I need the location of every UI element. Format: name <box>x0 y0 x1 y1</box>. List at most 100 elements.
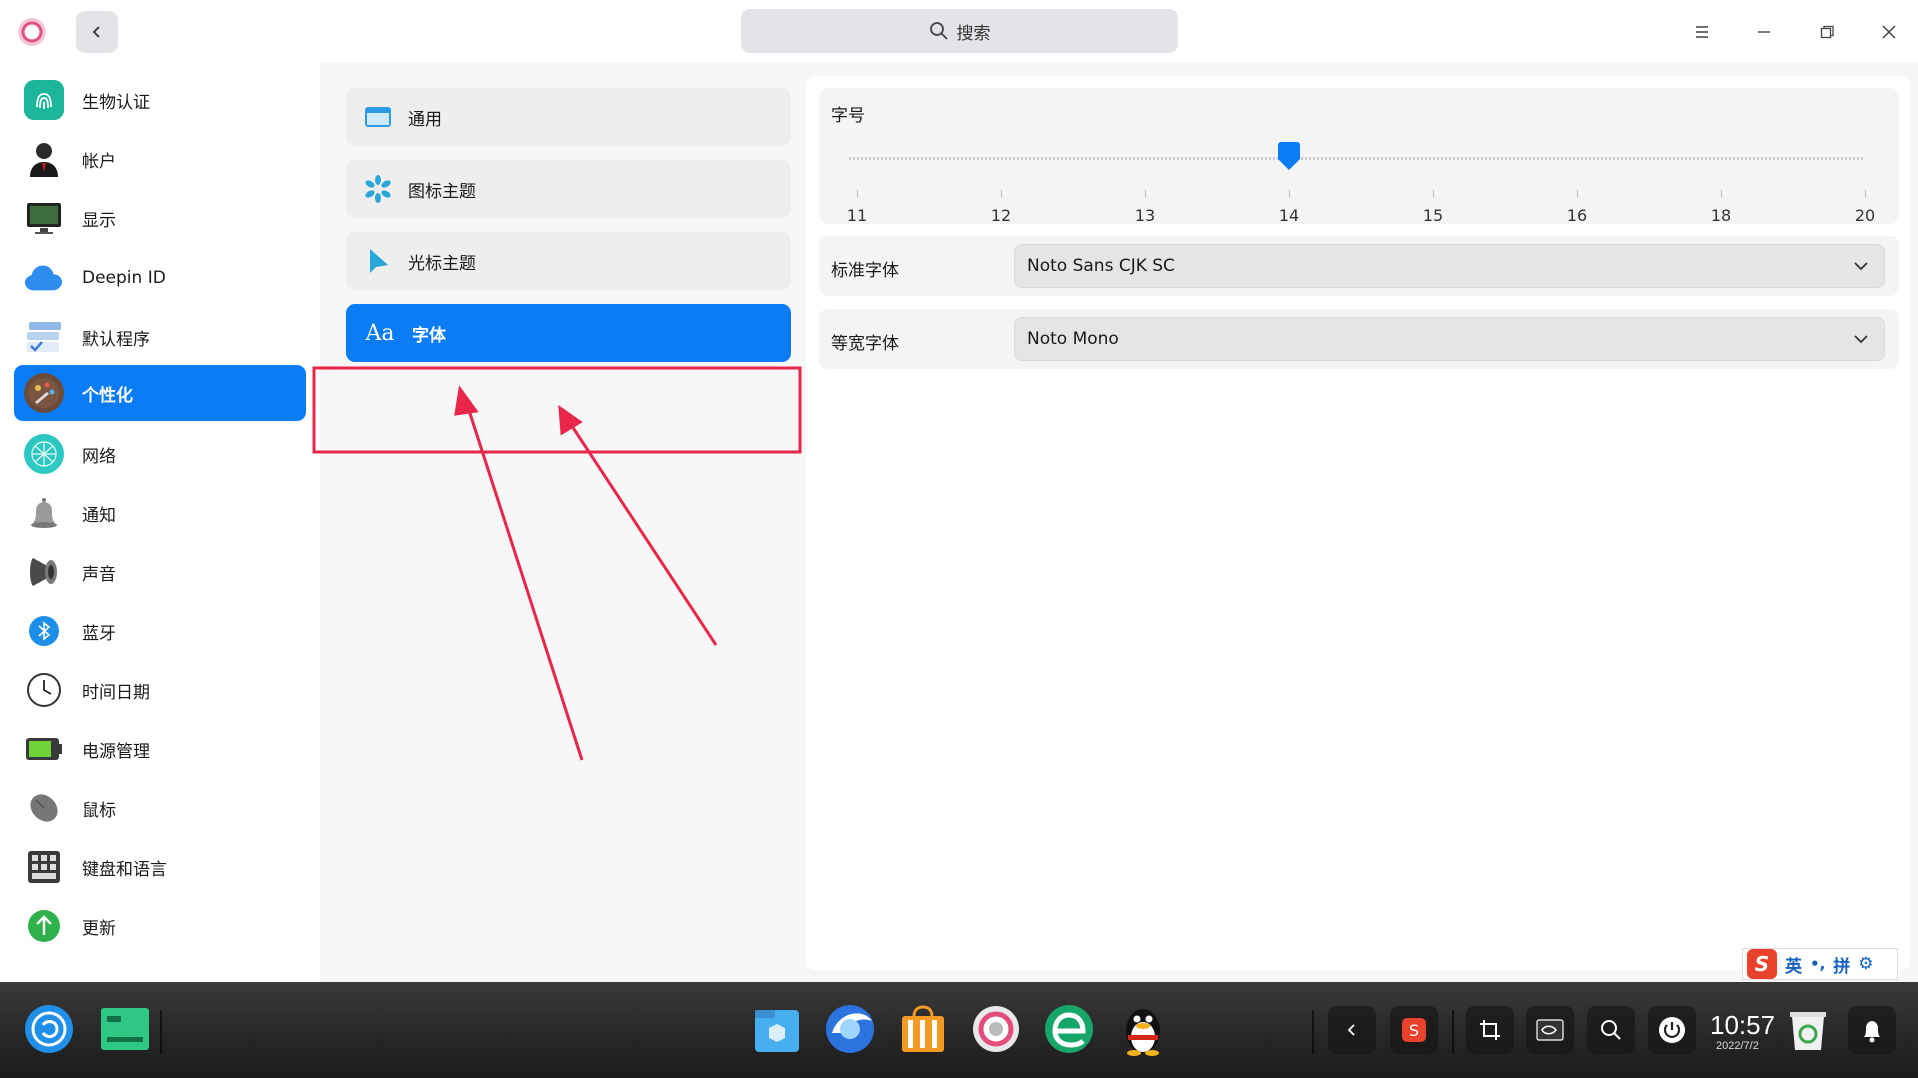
minimize-button[interactable] <box>1744 12 1784 52</box>
search-placeholder: 搜索 <box>956 23 991 44</box>
slider-tick-label: 13 <box>1134 206 1156 225</box>
tray-sogou-button[interactable]: S <box>1390 1006 1438 1054</box>
sidebar-item-bluetooth[interactable]: 蓝牙 <box>14 603 306 659</box>
font-size-slider-handle[interactable] <box>1276 141 1302 171</box>
sidebar-item-label: 电源管理 <box>82 741 150 762</box>
qq-penguin-icon <box>1126 1009 1160 1056</box>
submenu-item-font[interactable]: Aa 字体 <box>346 304 791 362</box>
settings-window: 搜索 生物认证 帐户 显示 Deepin ID 默认程序 个性化 网络 通知 声… <box>0 0 1918 982</box>
trash-button[interactable] <box>1784 1006 1832 1054</box>
personalization-submenu: 通用 图标主题 光标主题 Aa 字体 <box>333 76 803 970</box>
sidebar-item-account[interactable]: 帐户 <box>14 131 306 187</box>
folder-icon <box>755 1010 799 1052</box>
sidebar-item-power[interactable]: 电源管理 <box>14 721 306 777</box>
edge-browser-app[interactable] <box>1042 1002 1096 1056</box>
gear-icon[interactable]: ⚙ <box>1858 954 1873 974</box>
keyboard-icon <box>24 847 64 887</box>
search-input[interactable]: 搜索 <box>741 9 1178 53</box>
multitask-view-button[interactable] <box>98 1002 152 1056</box>
back-button[interactable] <box>76 11 118 53</box>
sidebar-item-keyboard[interactable]: 键盘和语言 <box>14 839 306 895</box>
menu-button[interactable] <box>1682 12 1722 52</box>
ime-mode-toggle[interactable]: 拼 <box>1833 952 1850 977</box>
ime-punctuation-icon[interactable]: •, <box>1810 955 1825 973</box>
chevron-left-icon <box>92 26 100 38</box>
slider-tick-label: 12 <box>990 206 1012 225</box>
sidebar-item-network[interactable]: 网络 <box>14 426 306 482</box>
edge-icon <box>1045 1005 1093 1053</box>
slider-tick <box>1433 190 1434 198</box>
mono-font-select[interactable]: Noto Mono <box>1014 317 1885 361</box>
maximize-button[interactable] <box>1807 12 1847 52</box>
clock-time[interactable]: 10:57 <box>1710 1010 1775 1041</box>
battery-icon <box>24 729 64 769</box>
screenshot-button[interactable] <box>1466 1006 1514 1054</box>
sidebar-item-label: 网络 <box>82 446 116 467</box>
standard-font-label: 标准字体 <box>831 261 899 281</box>
fingerprint-icon <box>24 80 64 120</box>
sidebar-item-label: 默认程序 <box>82 329 150 350</box>
slider-tick <box>1145 190 1146 198</box>
dock-separator <box>1452 1010 1454 1054</box>
app-store-app[interactable] <box>896 1002 950 1056</box>
file-manager-app[interactable] <box>750 1002 804 1056</box>
input-method-toolbar[interactable]: S 英 •, 拼 ⚙ <box>1742 948 1898 980</box>
sidebar-item-datetime[interactable]: 时间日期 <box>14 662 306 718</box>
sidebar-item-deepin-id[interactable]: Deepin ID <box>14 250 306 306</box>
close-icon <box>1882 25 1896 39</box>
font-settings-panel: 字号 11 12 13 14 15 16 18 20 标准字体 Noto Sans CJK S… <box>806 76 1910 970</box>
sidebar-item-label: 更新 <box>82 918 116 939</box>
search-icon <box>1601 1020 1621 1040</box>
default-apps-icon <box>24 317 64 357</box>
mouse-icon <box>24 788 64 828</box>
network-icon <box>24 434 64 474</box>
sidebar-item-mouse[interactable]: 鼠标 <box>14 780 306 836</box>
close-button[interactable] <box>1869 12 1909 52</box>
ime-language-toggle[interactable]: 英 <box>1785 952 1802 977</box>
window-icon <box>362 101 394 133</box>
sidebar-item-personalization[interactable]: 个性化 <box>14 365 306 421</box>
sidebar-item-notification[interactable]: 通知 <box>14 485 306 541</box>
submenu-item-label: 字体 <box>412 325 446 346</box>
bluetooth-icon <box>24 611 64 651</box>
sogou-logo-icon: S <box>1747 949 1777 979</box>
standard-font-select[interactable]: Noto Sans CJK SC <box>1014 244 1885 288</box>
control-center-app[interactable] <box>969 1002 1023 1056</box>
sidebar-item-biometric[interactable]: 生物认证 <box>14 72 306 128</box>
sidebar-item-label: 时间日期 <box>82 682 150 703</box>
slider-tick <box>1721 190 1722 198</box>
sidebar-item-default-apps[interactable]: 默认程序 <box>14 309 306 365</box>
store-bag-icon <box>902 1005 944 1052</box>
sidebar-item-update[interactable]: 更新 <box>14 898 306 954</box>
browser-app[interactable] <box>823 1002 877 1056</box>
sogou-icon: S <box>1402 1018 1426 1042</box>
power-icon <box>1659 1017 1685 1043</box>
nvidia-tray-button[interactable] <box>1526 1006 1574 1054</box>
submenu-item-label: 图标主题 <box>408 181 476 202</box>
power-button[interactable] <box>1648 1006 1696 1054</box>
submenu-item-label: 光标主题 <box>408 253 476 274</box>
mono-font-card: 等宽字体 Noto Mono <box>819 309 1899 369</box>
font-size-slider-track[interactable] <box>849 157 1865 160</box>
slider-tick-label: 11 <box>846 206 868 225</box>
snowflake-icon <box>362 173 394 205</box>
launcher-button[interactable] <box>22 1002 76 1056</box>
chevron-down-icon <box>1854 335 1868 344</box>
speaker-icon <box>24 552 64 592</box>
notification-center-button[interactable] <box>1848 1006 1896 1054</box>
dock-separator <box>1312 1010 1314 1054</box>
submenu-item-icon-theme[interactable]: 图标主题 <box>346 160 791 218</box>
sidebar-item-display[interactable]: 显示 <box>14 190 306 246</box>
slider-tick-label: 16 <box>1566 206 1588 225</box>
cloud-icon <box>24 258 64 298</box>
search-tray-button[interactable] <box>1587 1006 1635 1054</box>
minimize-icon <box>1758 31 1770 33</box>
qq-app[interactable] <box>1116 1002 1170 1056</box>
standard-font-value: Noto Sans CJK SC <box>1027 256 1175 276</box>
svg-text:S: S <box>1409 1021 1419 1040</box>
nvidia-icon <box>1536 1019 1564 1041</box>
submenu-item-general[interactable]: 通用 <box>346 88 791 146</box>
sidebar-item-sound[interactable]: 声音 <box>14 544 306 600</box>
tray-collapse-button[interactable] <box>1328 1006 1376 1054</box>
submenu-item-cursor-theme[interactable]: 光标主题 <box>346 232 791 290</box>
